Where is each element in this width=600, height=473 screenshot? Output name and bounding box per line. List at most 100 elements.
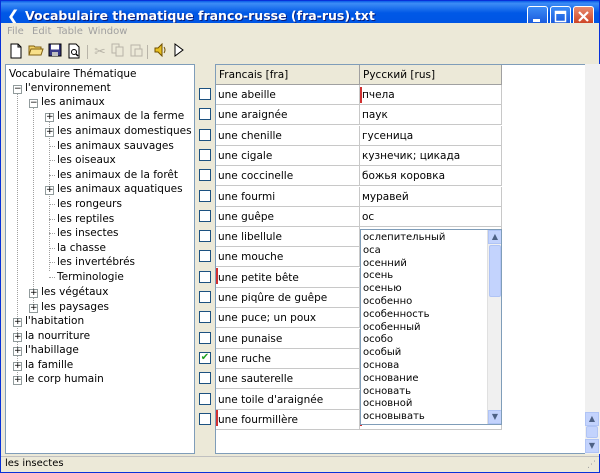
table-scrollbar[interactable]: ▲ ▼ (585, 64, 600, 454)
expand-icon[interactable]: + (13, 376, 22, 385)
row-checkbox[interactable] (199, 169, 211, 182)
autocomplete-item[interactable]: особо (363, 333, 393, 346)
table-cell-russian[interactable]: божья коровка (360, 166, 502, 187)
expand-icon[interactable]: + (45, 113, 54, 122)
autocomplete-item[interactable]: особенно (363, 295, 412, 308)
autocomplete-item[interactable]: ослепительный (363, 231, 445, 244)
tree-root[interactable]: Vocabulaire Thématique (9, 67, 136, 81)
scroll-thumb[interactable] (586, 426, 598, 438)
table-cell-french[interactable]: une piqûre de guêpe (216, 288, 360, 308)
tree-item-reptiles[interactable]: les reptiles (57, 212, 114, 226)
collapse-icon[interactable]: − (13, 85, 22, 94)
autocomplete-item[interactable]: особенный (363, 321, 421, 334)
expand-icon[interactable]: + (13, 333, 22, 342)
save-icon[interactable] (46, 43, 64, 61)
row-checkbox[interactable] (199, 372, 211, 385)
table-cell-french[interactable]: une mouche (216, 247, 360, 268)
table-cell-russian[interactable]: паук (360, 105, 502, 126)
autocomplete-item[interactable]: оса (363, 244, 381, 257)
autocomplete-item[interactable]: основать (363, 385, 411, 398)
tree-item-environnement[interactable]: l'environnement (25, 81, 111, 95)
row-checkbox[interactable] (199, 392, 211, 405)
tree-item-corp-humain[interactable]: le corp humain (25, 372, 104, 386)
menu-window[interactable]: Window (88, 26, 127, 37)
row-checkbox[interactable] (199, 88, 211, 100)
autocomplete-scrollbar[interactable]: ▲ ▼ (487, 230, 501, 424)
table-cell-french[interactable]: une araignée (216, 105, 360, 126)
tree-item-animaux-ferme[interactable]: les animaux de la ferme (57, 109, 184, 123)
table-cell-russian[interactable]: ос (360, 206, 502, 227)
expand-icon[interactable]: + (13, 318, 22, 327)
tree-item-invertebres[interactable]: les invertébrés (57, 255, 135, 269)
scroll-down-arrow-icon[interactable]: ▼ (585, 439, 599, 453)
tree-item-animaux-sauvages[interactable]: les animaux sauvages (57, 139, 174, 153)
row-checkbox[interactable] (199, 230, 211, 243)
expand-icon[interactable]: + (29, 289, 38, 298)
tree-item-rongeurs[interactable]: les rongeurs (57, 197, 122, 211)
autocomplete-item[interactable]: осенний (363, 257, 407, 270)
row-checkbox[interactable] (199, 128, 211, 141)
tree-item-vegetaux[interactable]: les végétaux (41, 285, 108, 299)
autocomplete-list[interactable]: ослепительный оса осенний осень осенью особен… (360, 229, 502, 425)
table-cell-russian[interactable]: пчела (360, 85, 502, 105)
autocomplete-item[interactable]: особый (363, 346, 401, 359)
column-header-french[interactable]: Francais [fra] (216, 65, 360, 85)
table-cell-french[interactable]: une guêpe (216, 206, 360, 227)
table-cell-french[interactable]: une chenille (216, 125, 360, 146)
table-cell-french[interactable]: une coccinelle (216, 166, 360, 187)
row-checkbox[interactable] (199, 291, 211, 303)
menu-file[interactable]: File (7, 26, 24, 37)
category-tree[interactable]: Vocabulaire Thématique − l'environnement… (5, 64, 195, 454)
table-cell-french[interactable]: une libellule (216, 227, 360, 248)
table-cell-french[interactable]: une sauterelle (216, 369, 360, 390)
autocomplete-item[interactable]: особенность (363, 308, 429, 321)
row-checkbox[interactable] (199, 189, 211, 202)
tree-item-animaux-foret[interactable]: les animaux de la forêt (57, 168, 178, 182)
expand-icon[interactable]: + (13, 362, 22, 371)
table-cell-russian[interactable]: муравей (360, 186, 502, 207)
collapse-icon[interactable]: − (29, 99, 38, 108)
row-checkbox[interactable]: ✔ (199, 351, 211, 364)
new-icon[interactable] (7, 43, 25, 61)
tree-item-oiseaux[interactable]: les oiseaux (57, 153, 116, 167)
table-cell-french[interactable]: une cigale (216, 145, 360, 166)
tree-item-nourriture[interactable]: la nourriture (25, 329, 90, 343)
open-icon[interactable] (27, 43, 45, 61)
speaker-icon[interactable] (151, 42, 169, 61)
vocabulary-table[interactable]: Francais [fra] Русский [rus] une abeille… (215, 64, 587, 454)
expand-icon[interactable]: + (29, 304, 38, 313)
tree-item-animaux-aquatiques[interactable]: les animaux aquatiques (57, 182, 183, 196)
play-icon[interactable] (170, 43, 188, 61)
cut-icon[interactable]: ✂ (91, 43, 109, 61)
row-checkbox[interactable] (199, 209, 211, 222)
scroll-thumb[interactable] (489, 245, 501, 297)
expand-icon[interactable]: + (13, 347, 22, 356)
scroll-up-arrow-icon[interactable]: ▲ (488, 230, 501, 244)
copy-icon[interactable] (109, 43, 127, 61)
expand-icon[interactable]: + (45, 128, 54, 137)
table-cell-russian[interactable]: кузнечик; цикада (360, 145, 502, 166)
tree-item-animaux-domestiques[interactable]: les animaux domestiques (57, 124, 192, 138)
print-preview-icon[interactable] (65, 43, 83, 61)
autocomplete-item[interactable]: осень (363, 269, 393, 282)
paste-icon[interactable] (127, 43, 145, 61)
tree-item-insectes[interactable]: les insectes (57, 226, 119, 240)
autocomplete-item[interactable]: осенью (363, 282, 402, 295)
tree-item-animaux[interactable]: les animaux (41, 95, 105, 109)
table-cell-french[interactable]: une fourmi (216, 186, 360, 207)
autocomplete-item[interactable]: основание (363, 372, 418, 385)
table-cell-french[interactable]: une abeille (216, 85, 360, 105)
row-checkbox[interactable] (199, 331, 211, 344)
tree-item-chasse[interactable]: la chasse (57, 241, 106, 255)
scroll-up-arrow-icon[interactable]: ▲ (585, 412, 599, 426)
tree-item-terminologie[interactable]: Terminologie (57, 270, 124, 284)
tree-item-habitation[interactable]: l'habitation (25, 314, 84, 328)
menu-table[interactable]: Table (57, 26, 83, 37)
app-icon[interactable]: ❮ (7, 8, 21, 24)
row-checkbox[interactable] (199, 250, 211, 263)
menu-edit[interactable]: Edit (32, 26, 51, 37)
expand-icon[interactable]: + (45, 186, 54, 195)
tree-item-paysages[interactable]: les paysages (41, 300, 109, 314)
table-cell-russian[interactable]: гусеница (360, 125, 502, 146)
table-cell-french[interactable]: une toile d'araignée (216, 389, 360, 410)
